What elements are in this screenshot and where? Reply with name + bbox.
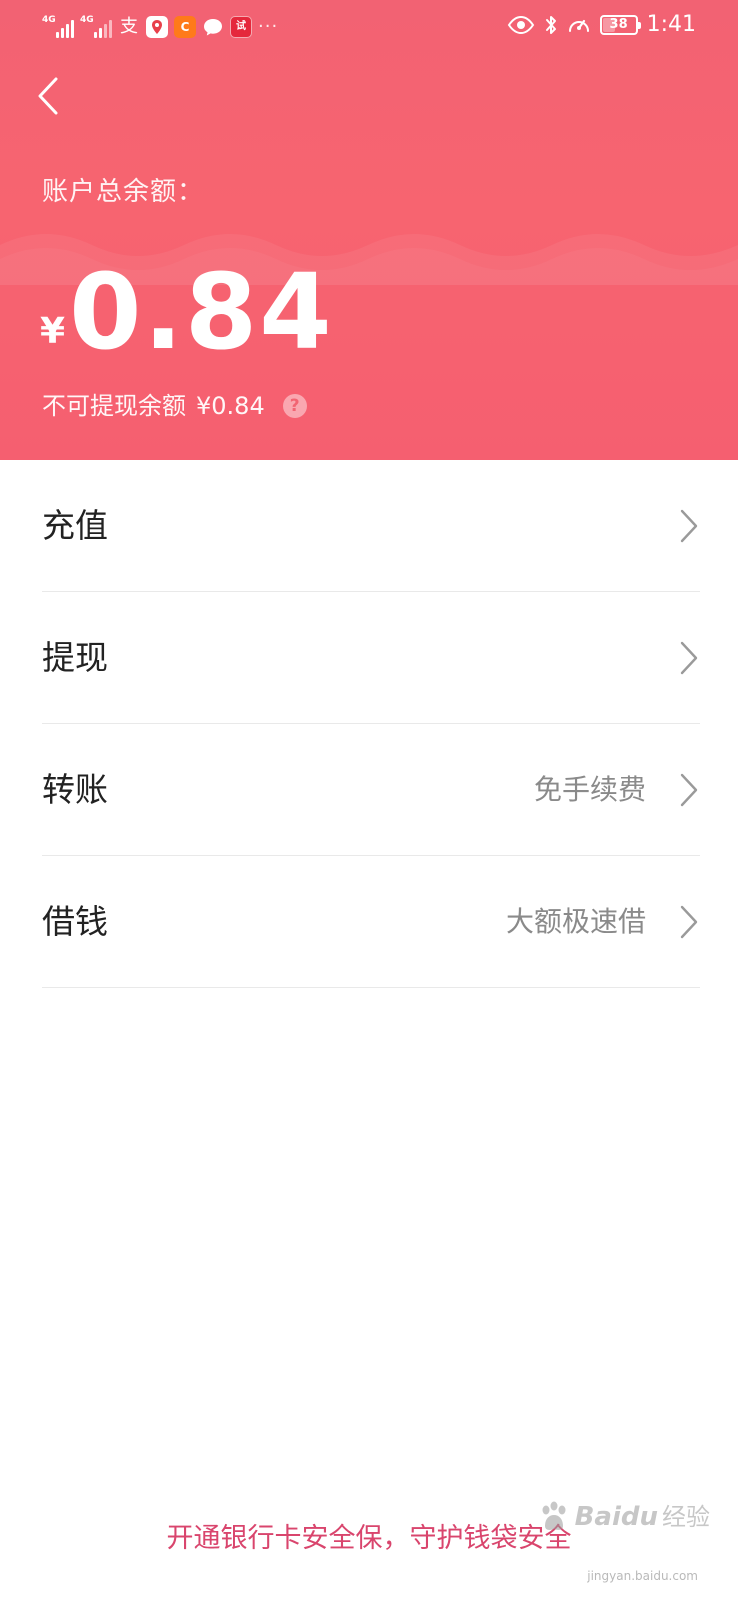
watermark-brand: Baidu [574, 1502, 658, 1532]
total-balance-label: 账户总余额： [42, 177, 205, 207]
menu-item-borrow[interactable]: 借钱 大额极速借 [0, 856, 738, 988]
help-question-icon[interactable]: ? [282, 394, 307, 418]
menu-item-transfer[interactable]: 转账 免手续费 [0, 724, 738, 856]
speedometer-icon [568, 19, 589, 32]
signal-strength-icon: 4G [42, 16, 74, 38]
menu-item-hint: 免手续费 [533, 773, 646, 806]
battery-percentage: 38 [609, 17, 628, 32]
video-app-notification-icon: C [174, 16, 196, 38]
bluetooth-icon [545, 16, 556, 34]
non-withdrawable-amount: ¥0.84 [196, 392, 265, 420]
network-type-label: 4G [42, 15, 56, 25]
chevron-right-icon [680, 641, 698, 675]
chevron-right-icon [680, 905, 698, 939]
chat-bubble-icon [202, 16, 224, 38]
status-bar-left: 4G 4G 支 C 试 ··· [42, 12, 278, 38]
total-balance: ¥ 0.84 [40, 254, 334, 364]
battery-icon: 38 [599, 15, 641, 35]
menu-item-recharge[interactable]: 充值 [0, 460, 738, 592]
menu-divider [42, 987, 700, 988]
signal-strength-icon-2: 4G [80, 16, 112, 38]
alipay-notification-icon: 支 [120, 16, 138, 37]
back-button[interactable] [26, 70, 70, 122]
wallet-menu-list: 充值 提现 转账 免手续费 借钱 大额极速借 [0, 460, 738, 988]
shop-app-notification-icon: 试 [230, 16, 252, 38]
currency-symbol: ¥ [40, 311, 66, 352]
menu-item-hint: 大额极速借 [505, 905, 646, 938]
non-withdrawable-label: 不可提现余额 [42, 392, 186, 420]
menu-item-label: 充值 [42, 506, 108, 545]
watermark-brand-cn: 经验 [662, 1503, 710, 1531]
chevron-right-icon [680, 773, 698, 807]
non-withdrawable-balance: 不可提现余额 ¥0.84 ? [42, 388, 307, 424]
network-type-label-2: 4G [80, 15, 94, 25]
baidu-paw-icon [542, 1501, 566, 1530]
eye-comfort-icon [507, 15, 534, 35]
status-bar-time: 1:41 [646, 12, 696, 37]
baidu-jingyan-watermark: Baidu 经验 [537, 1500, 710, 1534]
menu-item-label: 提现 [42, 638, 108, 677]
menu-item-label: 转账 [42, 770, 108, 809]
balance-value: 0.84 [69, 251, 334, 373]
menu-item-label: 借钱 [42, 902, 108, 941]
menu-item-withdraw[interactable]: 提现 [0, 592, 738, 724]
map-pin-icon [152, 20, 162, 34]
balance-header: 4G 4G 支 C 试 ··· 38 1:41 账户总余额： ¥ 0.84 不可… [0, 0, 738, 460]
chevron-left-icon [38, 77, 58, 115]
status-bar-right: 38 1:41 [507, 12, 696, 38]
chevron-right-icon [680, 509, 698, 543]
status-bar: 4G 4G 支 C 试 ··· 38 1:41 [0, 0, 738, 50]
watermark-url: jingyan.baidu.com [587, 1569, 698, 1583]
app-notification-icon [146, 16, 168, 38]
wallet-screen: 4G 4G 支 C 试 ··· 38 1:41 账户总余额： ¥ 0.84 不可… [0, 0, 738, 1600]
more-notifications-indicator: ··· [258, 16, 279, 37]
